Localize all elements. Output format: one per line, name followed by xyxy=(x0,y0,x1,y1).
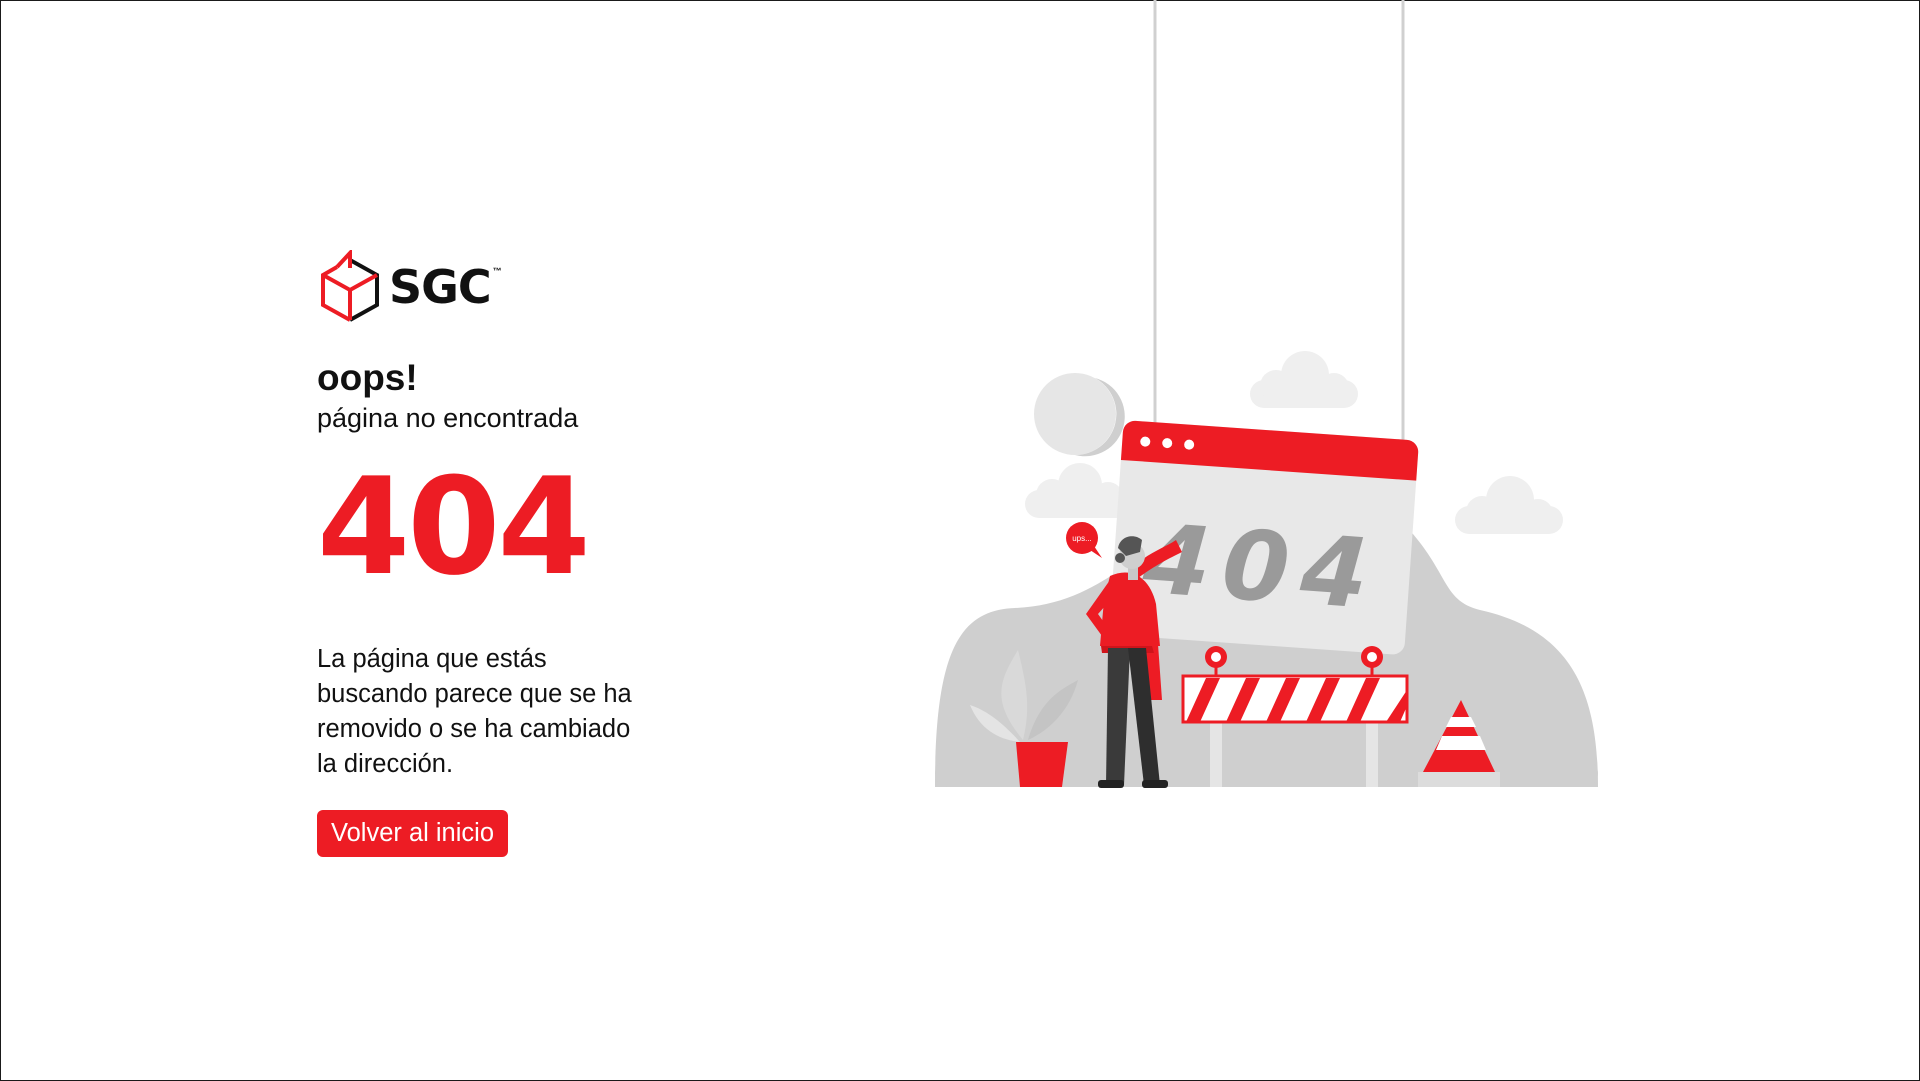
content-panel: SGC ™ oops! página no encontrada 404 La … xyxy=(317,250,737,857)
error-description: La página que estás buscando parece que … xyxy=(317,644,632,778)
page-subheading: página no encontrada xyxy=(317,402,579,433)
moon-icon xyxy=(1034,373,1125,457)
sign-404-text: 404 xyxy=(1139,503,1384,631)
cloud-icon xyxy=(1250,351,1358,408)
speech-bubble-text: ups... xyxy=(1072,534,1092,543)
page-heading: oops! xyxy=(317,357,418,398)
404-illustration: 404 ups... xyxy=(935,0,1598,788)
cloud-icon xyxy=(1025,463,1130,518)
brand-logo[interactable]: SGC ™ xyxy=(317,250,737,324)
speech-bubble: ups... xyxy=(1066,522,1102,558)
back-home-button[interactable]: Volver al inicio xyxy=(317,809,508,857)
trademark-mark: ™ xyxy=(492,266,502,276)
error-code: 404 xyxy=(317,448,591,605)
box-logo-icon xyxy=(321,250,379,322)
brand-name: SGC xyxy=(389,260,492,314)
cloud-icon xyxy=(1455,476,1563,534)
